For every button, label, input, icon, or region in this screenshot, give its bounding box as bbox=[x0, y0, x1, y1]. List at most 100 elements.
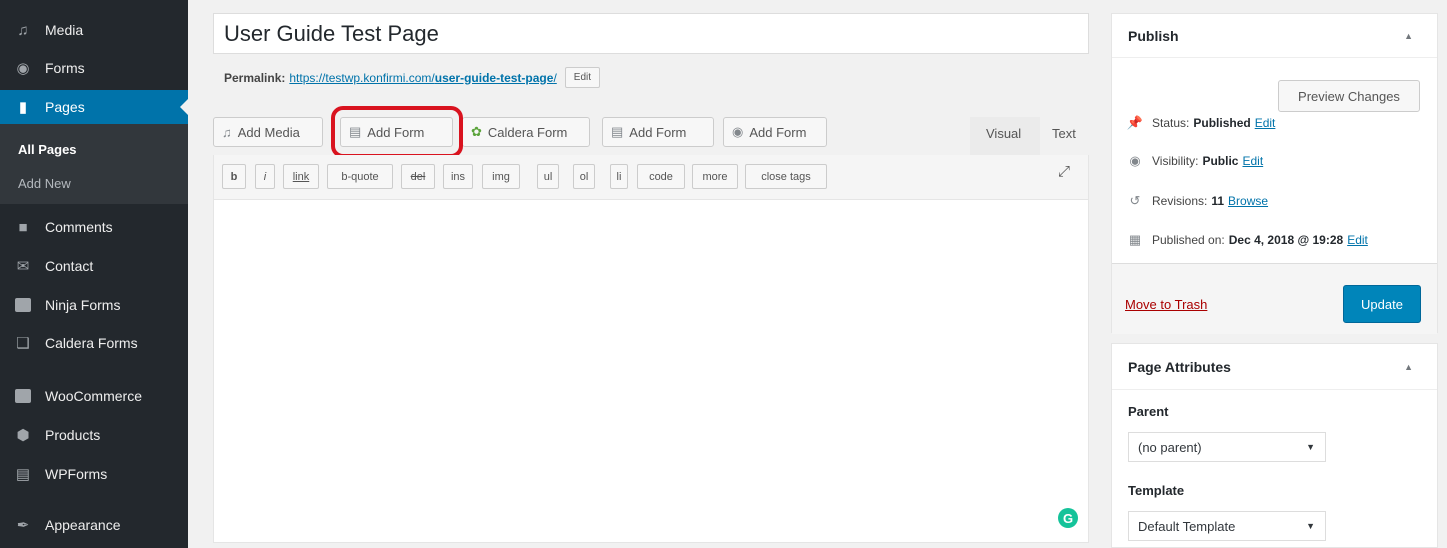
woocommerce-icon bbox=[13, 386, 33, 406]
editor-textarea[interactable] bbox=[213, 199, 1089, 543]
pages-icon: ▮ bbox=[18, 99, 28, 116]
calendar-icon: ▦ bbox=[1128, 232, 1142, 247]
page-attributes-header[interactable]: Page Attributes ▲ bbox=[1112, 344, 1437, 390]
sidebar-item-wpforms[interactable]: ▤ WPForms bbox=[0, 457, 188, 491]
sidebar-item-label: Caldera Forms bbox=[45, 335, 138, 351]
qt-img-button[interactable]: img bbox=[482, 164, 520, 189]
collapse-arrow-icon[interactable]: ▲ bbox=[1404, 362, 1413, 372]
permalink-link[interactable]: https://testwp.konfirmi.com/user-guide-t… bbox=[289, 71, 556, 85]
sidebar-item-pages[interactable]: ▮ Pages bbox=[0, 90, 188, 124]
visibility-label: Visibility: bbox=[1152, 154, 1199, 168]
sidebar-item-label: Media bbox=[45, 22, 84, 38]
published-edit-link[interactable]: Edit bbox=[1347, 233, 1368, 247]
pages-submenu: All Pages Add New bbox=[0, 124, 188, 204]
sidebar-item-label: Appearance bbox=[45, 517, 121, 533]
page-attributes-box: Page Attributes ▲ Parent (no parent) ▼ T… bbox=[1111, 343, 1438, 548]
permalink-label: Permalink: bbox=[224, 70, 286, 85]
update-button[interactable]: Update bbox=[1343, 285, 1421, 323]
publish-box-header[interactable]: Publish ▲ bbox=[1112, 14, 1437, 58]
qt-blockquote-button[interactable]: b-quote bbox=[327, 164, 393, 189]
status-label: Status: bbox=[1152, 116, 1190, 130]
add-form-label: Add Form bbox=[629, 124, 687, 140]
parent-select[interactable]: (no parent) ▼ bbox=[1128, 432, 1326, 462]
sidebar-item-caldera-forms[interactable]: ❑ Caldera Forms bbox=[0, 326, 188, 360]
caldera-form-button[interactable]: ✿ Caldera Form bbox=[462, 117, 590, 147]
qt-ol-button[interactable]: ol bbox=[573, 164, 595, 189]
sidebar-item-label: Contact bbox=[45, 258, 94, 274]
highlight-annotation bbox=[331, 106, 463, 158]
page-attributes-title: Page Attributes bbox=[1128, 358, 1231, 375]
permalink-edit-button[interactable]: Edit bbox=[564, 67, 601, 88]
qt-more-button[interactable]: more bbox=[692, 164, 738, 189]
parent-label: Parent bbox=[1128, 404, 1169, 419]
sidebar-item-forms[interactable]: ◉ Forms bbox=[0, 51, 188, 85]
active-indicator-arrow bbox=[180, 99, 188, 115]
sidebar-item-contact[interactable]: ✉ Contact bbox=[0, 249, 188, 283]
add-form-button-2[interactable]: ▤ Add Form bbox=[602, 117, 714, 147]
revisions-browse-link[interactable]: Browse bbox=[1228, 194, 1268, 208]
tab-visual[interactable]: Visual bbox=[986, 126, 1021, 141]
qt-bold-button[interactable]: b bbox=[222, 164, 246, 189]
ninja-forms-icon bbox=[13, 295, 33, 315]
add-media-button[interactable]: ♫ Add Media bbox=[213, 117, 323, 147]
media-icon: ♫ bbox=[222, 124, 232, 140]
sidebar-item-label: WooCommerce bbox=[45, 388, 142, 404]
products-icon: ⬢ bbox=[16, 427, 30, 444]
fullscreen-icon[interactable]: ⤢ bbox=[1058, 163, 1070, 180]
caldera-leaf-icon: ✿ bbox=[471, 124, 482, 139]
sidebar-item-media[interactable]: ♫ Media bbox=[0, 13, 188, 47]
move-to-trash-link[interactable]: Move to Trash bbox=[1125, 297, 1207, 312]
qt-italic-button[interactable]: i bbox=[255, 164, 275, 189]
permalink-base: https://testwp.konfirmi.com/ bbox=[289, 70, 435, 85]
caldera-forms-icon: ❑ bbox=[16, 335, 30, 352]
sidebar-item-woocommerce[interactable]: WooCommerce bbox=[0, 379, 188, 413]
collapse-arrow-icon[interactable]: ▲ bbox=[1404, 31, 1413, 41]
submenu-all-pages[interactable]: All Pages bbox=[18, 142, 77, 157]
appearance-icon: ✒ bbox=[16, 517, 30, 534]
chevron-down-icon: ▼ bbox=[1306, 442, 1315, 452]
revisions-label: Revisions: bbox=[1152, 194, 1208, 208]
qt-ul-button[interactable]: ul bbox=[537, 164, 559, 189]
contact-icon: ✉ bbox=[16, 258, 30, 275]
comments-icon: ■ bbox=[18, 218, 28, 236]
parent-select-value: (no parent) bbox=[1138, 439, 1202, 455]
sidebar-item-appearance[interactable]: ✒ Appearance bbox=[0, 508, 188, 542]
template-select-value: Default Template bbox=[1138, 518, 1236, 534]
qt-li-button[interactable]: li bbox=[610, 164, 628, 189]
sidebar-item-comments[interactable]: ■ Comments bbox=[0, 210, 188, 244]
qt-close-tags-button[interactable]: close tags bbox=[745, 164, 827, 189]
wpforms-icon: ▤ bbox=[15, 466, 31, 483]
form-icon: ▤ bbox=[611, 124, 624, 139]
sidebar-item-label: Comments bbox=[45, 219, 113, 235]
sidebar-item-label: Ninja Forms bbox=[45, 297, 121, 313]
forms-icon: ◉ bbox=[16, 60, 30, 77]
template-select[interactable]: Default Template ▼ bbox=[1128, 511, 1326, 541]
eye-icon: ◉ bbox=[1129, 153, 1141, 168]
chevron-down-icon: ▼ bbox=[1306, 521, 1315, 531]
qt-del-button[interactable]: del bbox=[401, 164, 435, 189]
visibility-edit-link[interactable]: Edit bbox=[1242, 154, 1263, 168]
published-date: Dec 4, 2018 @ 19:28 bbox=[1228, 233, 1344, 247]
status-value: Published bbox=[1193, 116, 1251, 130]
publish-box: Publish ▲ Preview Changes 📌 Status: Publ… bbox=[1111, 13, 1438, 334]
grammarly-icon[interactable]: G bbox=[1058, 508, 1078, 528]
sidebar-item-ninja-forms[interactable]: Ninja Forms bbox=[0, 288, 188, 322]
sidebar-item-products[interactable]: ⬢ Products bbox=[0, 418, 188, 452]
status-edit-link[interactable]: Edit bbox=[1255, 116, 1276, 130]
published-label: Published on: bbox=[1152, 233, 1225, 247]
caldera-form-label: Caldera Form bbox=[487, 124, 568, 140]
post-title-input[interactable]: User Guide Test Page bbox=[213, 13, 1089, 54]
add-form-button-3[interactable]: ◉ Add Form bbox=[723, 117, 827, 147]
qt-code-button[interactable]: code bbox=[637, 164, 685, 189]
sidebar-item-label: WPForms bbox=[45, 466, 108, 482]
revisions-icon: ↺ bbox=[1129, 193, 1141, 208]
published-on-row: ▦ Published on: Dec 4, 2018 @ 19:28 Edit bbox=[1126, 232, 1368, 248]
submenu-add-new[interactable]: Add New bbox=[18, 176, 71, 191]
media-icon: ♫ bbox=[17, 21, 29, 39]
sidebar-item-label: Products bbox=[45, 427, 101, 443]
preview-changes-button[interactable]: Preview Changes bbox=[1278, 80, 1420, 112]
qt-ins-button[interactable]: ins bbox=[443, 164, 473, 189]
qt-link-button[interactable]: link bbox=[283, 164, 319, 189]
quicktags-toolbar: b i link b-quote del ins img ul ol li co… bbox=[213, 155, 1089, 199]
tab-text[interactable]: Text bbox=[1052, 126, 1076, 141]
